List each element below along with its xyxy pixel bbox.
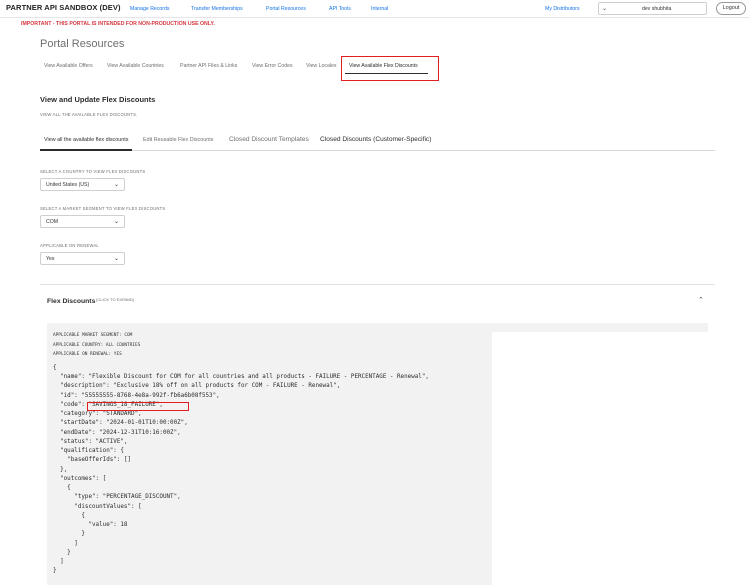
tab-view-locales[interactable]: View Locales	[306, 63, 336, 69]
json-line: ]	[53, 541, 78, 547]
chevron-down-icon: ⌄	[602, 6, 608, 12]
highlight-box-tab	[341, 56, 439, 81]
meta-market-segment: APPLICABLE MARKET SEGMENT: COM	[53, 333, 133, 338]
click-to-expand-hint: (CLICK TO EXPAND)	[96, 297, 135, 302]
active-inner-tab-underline	[40, 149, 132, 151]
meta-renewal: APPLICABLE ON RENEWAL: YES	[53, 352, 122, 357]
tab-edit-reusable-flex-discounts[interactable]: Edit Reusable Flex Discounts	[143, 137, 213, 143]
renewal-label: APPLICABLE ON RENEWAL	[40, 243, 99, 248]
page-title: Portal Resources	[40, 38, 125, 50]
json-line: }	[53, 550, 71, 556]
market-segment-value: COM	[46, 219, 59, 225]
brand-title: PARTNER API SANDBOX (DEV)	[6, 3, 121, 12]
renewal-value: Yes	[46, 256, 55, 262]
country-label: SELECT A COUNTRY TO VIEW FLEX DISCOUNTS	[40, 169, 146, 174]
panel-divider	[40, 284, 715, 285]
highlight-box-code	[87, 402, 189, 411]
nav-portal-resources[interactable]: Portal Resources	[266, 6, 306, 12]
json-line: "qualification": {	[53, 448, 124, 454]
json-line: }	[53, 568, 57, 574]
tab-closed-discount-templates[interactable]: Closed Discount Templates	[229, 136, 309, 143]
tab-closed-discounts-customer-specific[interactable]: Closed Discounts (Customer-Specific)	[320, 136, 431, 143]
json-line: "discountValues": [	[53, 504, 142, 510]
section-title: View and Update Flex Discounts	[40, 95, 156, 104]
json-line: }	[53, 531, 85, 537]
json-line: {	[53, 485, 71, 491]
nav-internal[interactable]: Internal	[371, 6, 388, 12]
tab-view-available-offers[interactable]: View Available Offers	[44, 63, 93, 69]
json-line: "endDate": "2024-12-31T10:16:00Z",	[53, 430, 181, 436]
logout-button[interactable]: Logout	[716, 2, 746, 15]
tabs-divider	[40, 150, 715, 151]
json-line: "description": "Exclusive 18% off on all…	[53, 383, 341, 389]
tab-view-error-codes[interactable]: View Error Codes	[252, 63, 293, 69]
json-line: "baseOfferIds": []	[53, 457, 132, 463]
section-subtitle: VIEW ALL THE AVAILABLE FLEX DISCOUNTS.	[40, 112, 138, 117]
json-line: "outcomes": [	[53, 476, 107, 482]
json-line: "status": "ACTIVE",	[53, 439, 128, 445]
chevron-down-icon: ⌄	[113, 256, 119, 262]
chevron-down-icon: ⌄	[113, 182, 119, 188]
code-header-strip	[47, 323, 708, 332]
json-line: },	[53, 467, 68, 473]
nav-transfer-memberships[interactable]: Transfer Memberships	[191, 6, 243, 12]
nav-manage-records[interactable]: Manage Records	[130, 6, 170, 12]
non-production-warning: IMPORTANT - THIS PORTAL IS INTENDED FOR …	[21, 21, 215, 27]
json-line: "id": "55555555-8768-4e8a-992f-fb6a6b08f…	[53, 393, 220, 399]
json-line: "startDate": "2024-01-01T10:00:00Z",	[53, 420, 188, 426]
nav-api-tools[interactable]: API Tools	[329, 6, 351, 12]
json-line: "name": "Flexible Discount for COM for a…	[53, 374, 429, 380]
market-segment-label: SELECT A MARKET SEGMENT TO VIEW FLEX DIS…	[40, 206, 166, 211]
tab-view-available-countries[interactable]: View Available Countries	[107, 63, 164, 69]
top-bar: PARTNER API SANDBOX (DEV) Manage Records…	[0, 0, 750, 18]
chevron-up-icon[interactable]: ⌃	[698, 296, 704, 304]
json-line: "category": "STANDARD",	[53, 411, 142, 417]
market-segment-select[interactable]: COM ⌄	[40, 215, 125, 228]
my-distributors-link[interactable]: My Distributors	[545, 6, 580, 12]
renewal-select[interactable]: Yes ⌄	[40, 252, 125, 265]
chevron-down-icon: ⌄	[113, 219, 119, 225]
json-line: "type": "PERCENTAGE_DISCOUNT",	[53, 494, 181, 500]
meta-country: APPLICABLE COUNTRY: ALL COUNTRIES	[53, 343, 141, 348]
user-select[interactable]: ⌄ dev shubhita	[598, 2, 707, 15]
tab-view-all-flex-discounts[interactable]: View all the available flex discounts	[44, 137, 128, 143]
user-name: dev shubhita	[642, 6, 672, 12]
country-value: United States (US)	[46, 182, 90, 188]
json-line: {	[53, 365, 57, 371]
tab-partner-api-files-links[interactable]: Partner API Files & Links	[180, 63, 237, 69]
json-line: {	[53, 513, 85, 519]
flex-discounts-panel-title[interactable]: Flex Discounts	[47, 298, 95, 305]
country-select[interactable]: United States (US) ⌄	[40, 178, 125, 191]
json-line: ]	[53, 559, 64, 565]
json-line: "value": 18	[53, 522, 128, 528]
